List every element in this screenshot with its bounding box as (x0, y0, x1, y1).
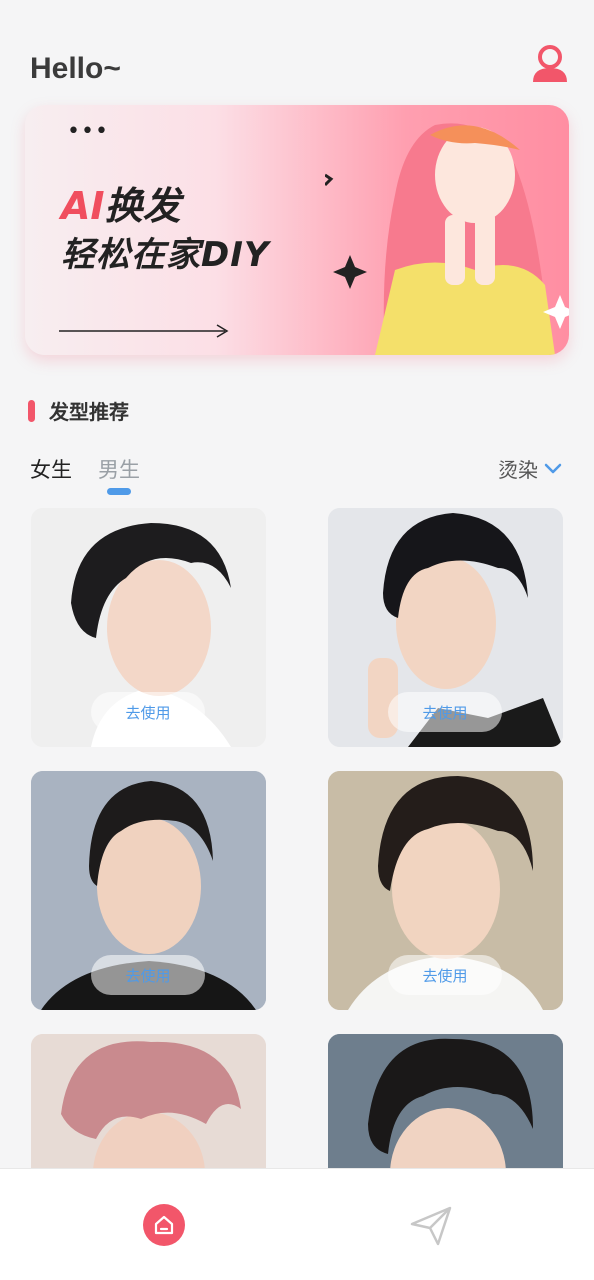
use-button[interactable]: 去使用 (388, 955, 502, 995)
nav-home-button[interactable] (143, 1204, 185, 1246)
send-icon (410, 1206, 452, 1246)
hairstyle-card[interactable]: 去使用 (31, 771, 266, 1010)
user-profile-button[interactable] (528, 44, 572, 84)
use-button[interactable]: 去使用 (91, 692, 205, 732)
hairstyle-card[interactable] (328, 1034, 563, 1168)
section-accent-bar (28, 399, 35, 422)
bottom-navigation (0, 1168, 594, 1280)
hairstyle-card[interactable]: 去使用 (31, 508, 266, 747)
filter-label: 烫染 (498, 458, 538, 482)
app-screen: Hello~ ••• AI换发 轻松在家DIY 发型推荐 女生 男生 烫染 去使… (0, 0, 594, 1280)
banner-dots: ••• (67, 119, 109, 144)
hairstyle-photo (328, 1034, 563, 1168)
banner-subtitle: 轻松在家DIY (61, 235, 270, 275)
promo-banner[interactable]: ••• AI换发 轻松在家DIY (25, 105, 569, 355)
banner-title-ai: AI (61, 184, 105, 228)
tab-male[interactable]: 男生 (98, 454, 140, 484)
user-icon (533, 45, 567, 82)
section-title: 发型推荐 (49, 400, 129, 424)
banner-illustration (325, 123, 569, 355)
banner-arrow-icon (59, 324, 229, 338)
hairstyle-card[interactable] (31, 1034, 266, 1168)
hairstyle-card[interactable]: 去使用 (328, 508, 563, 747)
tab-active-indicator (107, 488, 131, 495)
home-icon (143, 1204, 185, 1246)
filter-dropdown[interactable]: 烫染 (498, 454, 562, 483)
tab-female[interactable]: 女生 (30, 454, 72, 484)
banner-title-rest: 换发 (104, 184, 181, 228)
section-header: 发型推荐 (28, 396, 129, 425)
banner-title: AI换发 (61, 175, 181, 230)
use-button[interactable]: 去使用 (91, 955, 205, 995)
greeting-text: Hello~ (30, 52, 121, 85)
nav-send-button[interactable] (408, 1202, 454, 1248)
chevron-down-icon (544, 463, 562, 473)
hairstyle-card[interactable]: 去使用 (328, 771, 563, 1010)
use-button[interactable]: 去使用 (388, 692, 502, 732)
hairstyle-photo (31, 1034, 266, 1168)
